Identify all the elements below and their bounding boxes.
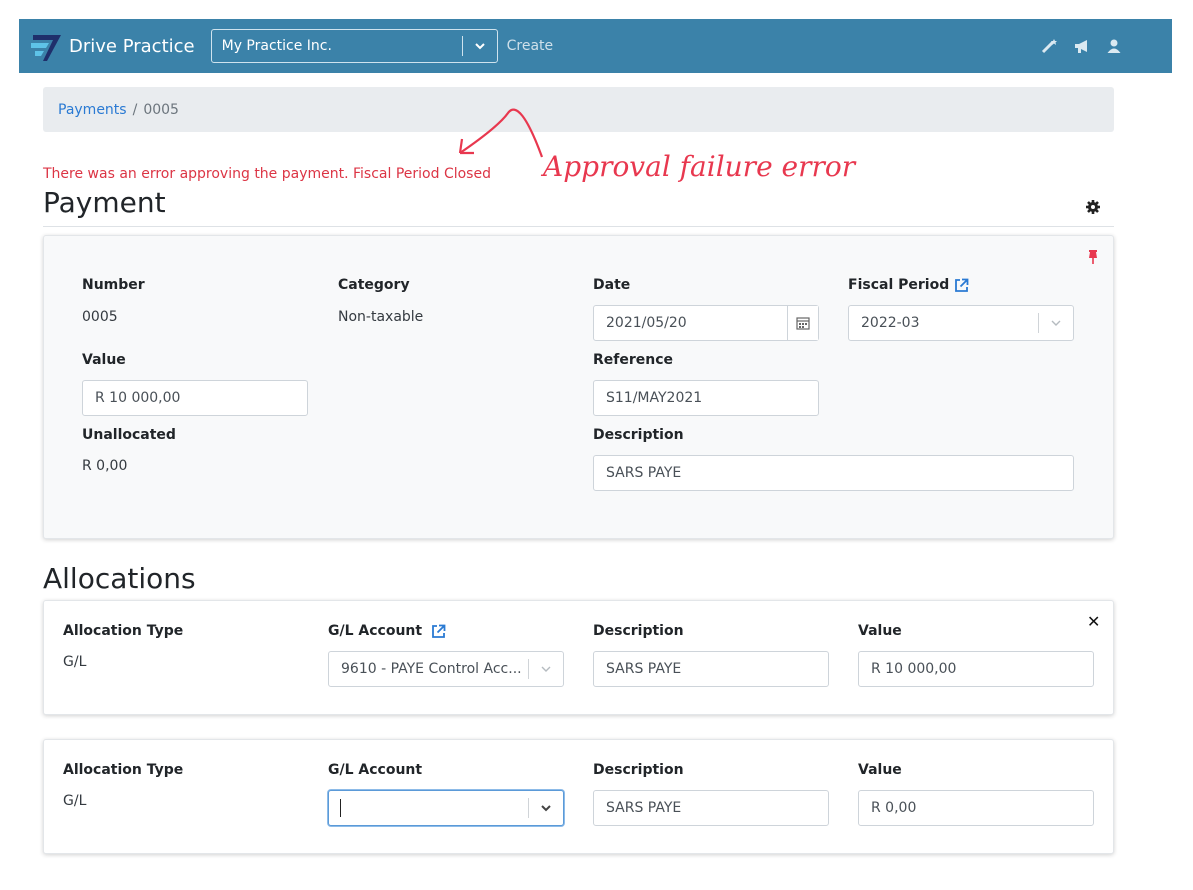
- create-link[interactable]: Create: [507, 38, 554, 54]
- reference-label: Reference: [593, 352, 674, 368]
- allocation-description-label: Description: [593, 762, 684, 778]
- description-label: Description: [593, 427, 684, 443]
- brand-logo-icon: [31, 35, 61, 61]
- chevron-down-icon[interactable]: [463, 42, 497, 50]
- gl-account-select[interactable]: 9610 - PAYE Control Acc...: [328, 651, 564, 687]
- calendar-icon[interactable]: [787, 306, 818, 340]
- brand-name: Drive Practice: [69, 35, 195, 57]
- allocation-description-value: SARS PAYE: [606, 800, 682, 816]
- close-icon[interactable]: ✕: [1087, 612, 1100, 631]
- brand[interactable]: Drive Practice: [29, 29, 195, 63]
- pin-icon[interactable]: [1086, 249, 1100, 265]
- category-value: Non-taxable: [338, 309, 424, 325]
- allocation-description-label: Description: [593, 623, 684, 639]
- number-value: 0005: [82, 309, 118, 325]
- allocation-type-value: G/L: [63, 654, 87, 670]
- allocation-value-label: Value: [858, 623, 902, 639]
- allocation-description-field[interactable]: SARS PAYE: [593, 790, 829, 826]
- gear-icon[interactable]: [1085, 199, 1101, 215]
- fiscal-period-value: 2022-03: [861, 315, 920, 331]
- date-value: 2021/05/20: [606, 315, 687, 331]
- category-label: Category: [338, 277, 410, 293]
- allocation-description-field[interactable]: SARS PAYE: [593, 651, 829, 687]
- date-label: Date: [593, 277, 631, 293]
- value-label: Value: [82, 352, 126, 368]
- gl-account-label: G/L Account: [328, 762, 423, 778]
- external-link-icon[interactable]: [954, 278, 969, 293]
- gl-account-value: 9610 - PAYE Control Acc...: [341, 661, 522, 677]
- allocation-value-value: R 0,00: [871, 800, 917, 816]
- date-field[interactable]: 2021/05/20: [593, 305, 819, 341]
- annotation-arrow: [458, 108, 544, 158]
- unallocated-label: Unallocated: [82, 427, 176, 443]
- allocation-value-field[interactable]: R 0,00: [858, 790, 1094, 826]
- allocation-type-label: Allocation Type: [63, 762, 184, 778]
- breadcrumb-separator: /: [132, 101, 138, 118]
- reference-value: S11/MAY2021: [606, 390, 703, 406]
- breadcrumb-payments-link[interactable]: Payments: [58, 102, 127, 118]
- user-icon[interactable]: [1104, 36, 1124, 56]
- allocations-title: Allocations: [43, 562, 196, 595]
- breadcrumb-current: 0005: [143, 101, 179, 118]
- number-label: Number: [82, 277, 145, 293]
- magic-wand-icon[interactable]: [1040, 36, 1060, 56]
- nav-icons: [1040, 36, 1124, 56]
- allocation-value-field[interactable]: R 10 000,00: [858, 651, 1094, 687]
- description-value: SARS PAYE: [606, 465, 682, 481]
- chevron-down-icon[interactable]: [1039, 320, 1073, 326]
- fiscal-period-select[interactable]: 2022-03: [848, 305, 1074, 341]
- practice-value: My Practice Inc.: [221, 38, 332, 54]
- allocation-type-label: Allocation Type: [63, 623, 184, 639]
- value-input-value: R 10 000,00: [95, 390, 181, 406]
- external-link-icon[interactable]: [431, 624, 446, 639]
- fiscal-period-label: Fiscal Period: [848, 277, 950, 293]
- megaphone-icon[interactable]: [1072, 36, 1092, 56]
- page-title: Payment: [43, 186, 166, 219]
- allocation-type-value: G/L: [63, 793, 87, 809]
- reference-field[interactable]: S11/MAY2021: [593, 380, 819, 416]
- chevron-down-icon[interactable]: [529, 804, 563, 812]
- gl-account-label: G/L Account: [328, 623, 423, 639]
- unallocated-value: R 0,00: [82, 458, 128, 474]
- text-cursor: [340, 799, 341, 817]
- chevron-down-icon[interactable]: [529, 666, 563, 672]
- value-field[interactable]: R 10 000,00: [82, 380, 308, 416]
- top-navbar: Drive Practice My Practice Inc. Create: [19, 19, 1172, 73]
- allocation-description-value: SARS PAYE: [606, 661, 682, 677]
- annotation-label: Approval failure error: [543, 150, 856, 183]
- gl-account-select[interactable]: [328, 790, 564, 826]
- title-divider: [43, 226, 1114, 227]
- practice-select[interactable]: My Practice Inc.: [210, 29, 498, 63]
- breadcrumb: Payments / 0005: [43, 87, 1114, 132]
- description-field[interactable]: SARS PAYE: [593, 455, 1074, 491]
- allocation-value-label: Value: [858, 762, 902, 778]
- allocation-value-value: R 10 000,00: [871, 661, 957, 677]
- error-message: There was an error approving the payment…: [43, 166, 491, 182]
